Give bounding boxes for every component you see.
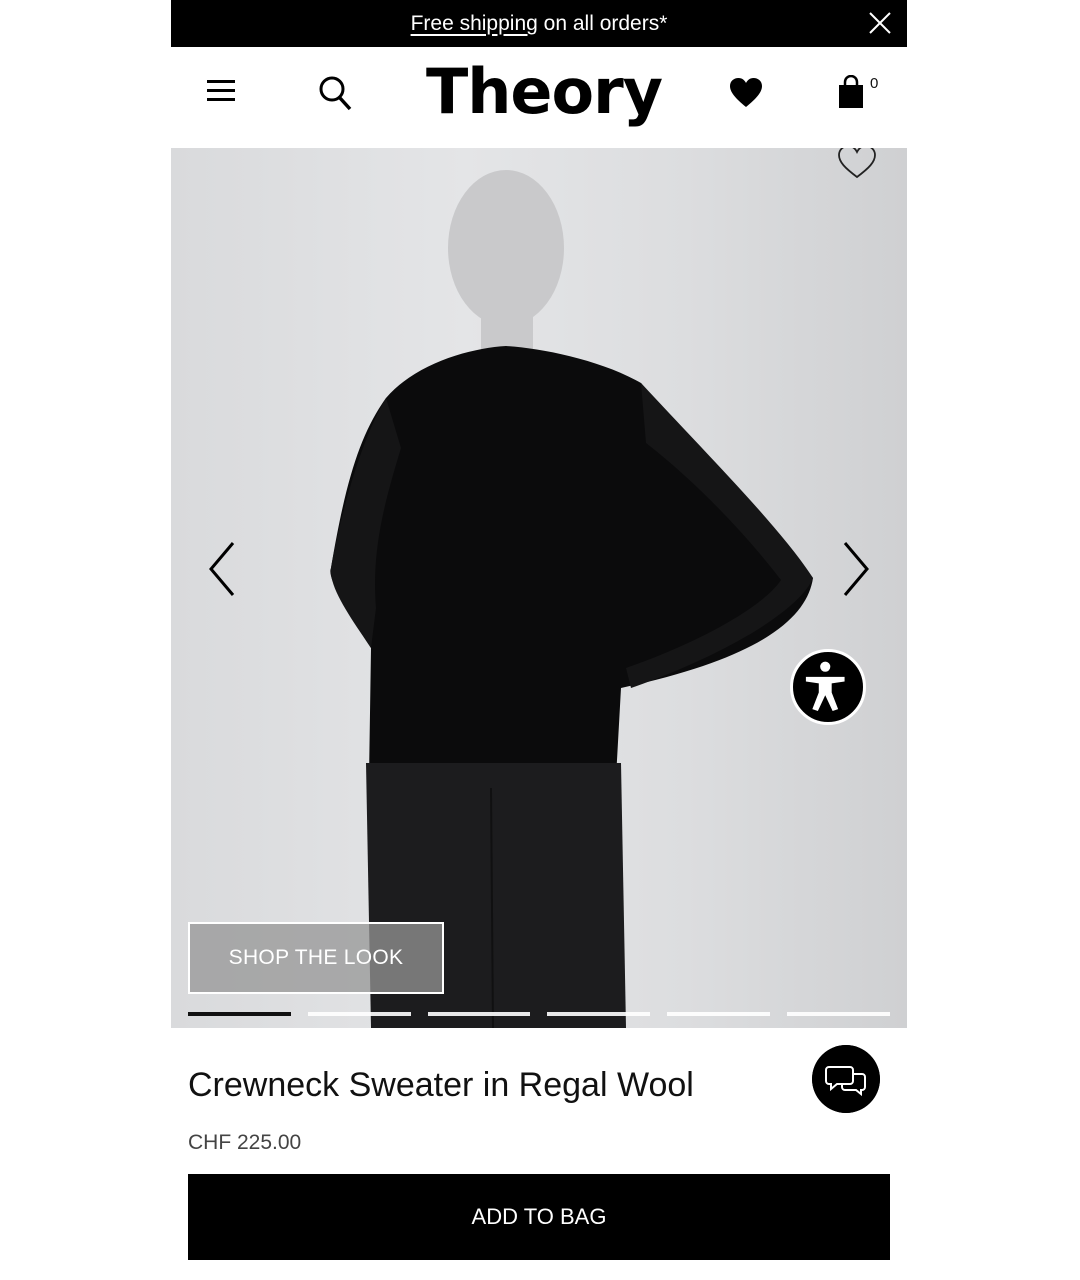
product-image-carousel[interactable]: SHOP THE LOOK [171, 148, 907, 1028]
carousel-dot[interactable] [307, 1012, 411, 1016]
shop-the-look-button[interactable]: SHOP THE LOOK [188, 922, 444, 994]
brand-logo[interactable]: Theory [426, 55, 663, 128]
carousel-dot[interactable] [547, 1012, 651, 1016]
carousel-indicators [188, 1012, 890, 1016]
chevron-right-icon[interactable] [837, 540, 873, 598]
heart-outline-icon[interactable] [837, 148, 877, 180]
product-image [330, 170, 813, 1028]
promo-text: on all orders* [537, 11, 668, 35]
product-title: Crewneck Sweater in Regal Wool [188, 1066, 694, 1104]
carousel-dot[interactable] [787, 1012, 890, 1016]
accessibility-icon[interactable] [790, 649, 866, 725]
heart-icon[interactable] [729, 77, 763, 109]
carousel-dot[interactable] [427, 1012, 531, 1016]
chat-icon[interactable] [812, 1045, 880, 1113]
bag-count-badge: 0 [870, 75, 879, 92]
close-icon[interactable] [867, 10, 893, 36]
menu-icon[interactable] [205, 77, 237, 105]
page-frame: Free shipping on all orders* Theory 0 SH… [171, 0, 907, 1280]
site-header: Theory 0 [171, 47, 907, 148]
product-price: CHF 225.00 [188, 1131, 302, 1154]
carousel-dot[interactable] [667, 1012, 771, 1016]
carousel-dot[interactable] [188, 1012, 291, 1016]
search-icon[interactable] [318, 75, 352, 111]
promo-banner: Free shipping on all orders* [171, 0, 907, 47]
chevron-left-icon[interactable] [205, 540, 241, 598]
add-to-bag-button[interactable]: ADD TO BAG [188, 1174, 890, 1260]
bag-icon[interactable] [836, 75, 866, 109]
free-shipping-link[interactable]: Free shipping [411, 12, 538, 36]
